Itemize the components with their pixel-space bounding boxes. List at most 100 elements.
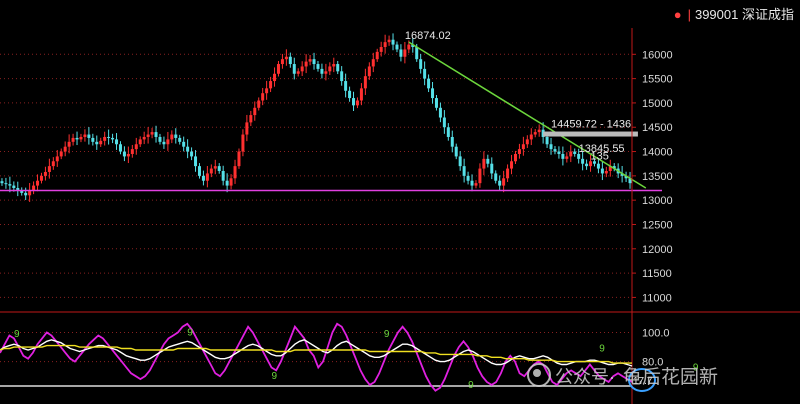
candle-body-73 <box>288 56 292 65</box>
candle-body-83 <box>328 66 332 72</box>
candle-body-0 <box>0 181 4 184</box>
candle-body-118 <box>466 175 470 181</box>
ticker-header: ● | 399001 深证成指 <box>674 4 794 23</box>
candle-body-80 <box>316 64 320 69</box>
candle-body-40 <box>158 136 162 142</box>
ytick-label-6: 13000 <box>642 195 673 207</box>
candle-body-116 <box>458 156 462 167</box>
ytick-label-3: 14500 <box>642 122 673 134</box>
candle-body-41 <box>162 141 166 145</box>
candle-body-134 <box>529 134 533 140</box>
candle-body-142 <box>561 153 565 159</box>
candle-body-105 <box>415 47 419 60</box>
ytick-label-4: 14000 <box>642 147 673 159</box>
candle-body-11 <box>43 171 47 176</box>
candle-body-34 <box>134 144 138 150</box>
candle-body-84 <box>332 64 336 67</box>
candle-body-75 <box>296 71 300 74</box>
candle-body-65 <box>257 100 261 108</box>
candle-body-51 <box>201 175 205 181</box>
candle-body-62 <box>245 122 249 135</box>
candle-body-47 <box>186 146 190 152</box>
candle-body-27 <box>107 136 111 138</box>
candle-body-19 <box>75 137 79 140</box>
price-annotation-1: 14459.72 - 1436 <box>551 119 631 131</box>
candle-body-76 <box>300 66 304 72</box>
candle-body-153 <box>604 171 608 174</box>
candle-body-9 <box>36 180 40 186</box>
candle-body-79 <box>312 59 316 65</box>
candle-body-60 <box>237 151 241 167</box>
stock-icon: ● <box>673 7 682 22</box>
candle-body-100 <box>395 44 399 50</box>
candle-body-72 <box>284 56 288 60</box>
candle-body-44 <box>174 134 178 138</box>
candle-body-127 <box>502 178 506 186</box>
candle-body-132 <box>521 144 525 150</box>
candle-body-42 <box>166 139 170 145</box>
candle-body-141 <box>557 151 561 154</box>
candle-body-97 <box>383 42 387 48</box>
candle-body-135 <box>533 132 537 135</box>
candle-body-24 <box>95 141 99 145</box>
candle-body-106 <box>419 59 423 69</box>
candle-body-71 <box>280 59 284 65</box>
candle-body-111 <box>438 107 442 118</box>
candle-body-21 <box>83 134 87 137</box>
candle-body-23 <box>91 137 95 142</box>
candle-body-43 <box>170 134 174 140</box>
candle-body-89 <box>352 98 356 106</box>
candle-body-102 <box>403 49 407 57</box>
candle-body-120 <box>474 183 478 186</box>
candle-body-95 <box>375 51 379 60</box>
candle-body-144 <box>569 151 573 157</box>
candle-body-37 <box>146 134 150 137</box>
candle-body-33 <box>130 149 134 154</box>
candle-body-32 <box>126 153 130 157</box>
ticker-separator: | <box>687 7 691 22</box>
indicator-marker-1: 9 <box>187 327 193 338</box>
indicator-marker-2: 9 <box>384 329 390 340</box>
candle-body-136 <box>537 129 541 133</box>
candle-body-78 <box>308 59 312 62</box>
ytick-label-1: 15500 <box>642 74 673 86</box>
candle-body-128 <box>506 168 510 179</box>
ytick-label-0: 16000 <box>642 49 673 61</box>
indicator-marker-6: 9 <box>272 371 278 382</box>
candle-body-143 <box>565 156 569 159</box>
candle-body-85 <box>336 64 340 72</box>
candle-body-56 <box>221 171 225 181</box>
candle-body-90 <box>355 100 359 106</box>
ticker-name: 深证成指 <box>741 7 794 22</box>
candle-body-107 <box>423 68 427 79</box>
candle-body-98 <box>387 39 391 43</box>
ytick-label-9: 11500 <box>642 268 672 280</box>
candle-body-14 <box>55 156 59 162</box>
candle-body-36 <box>142 136 146 140</box>
candle-body-20 <box>79 136 83 140</box>
candle-body-148 <box>585 163 589 167</box>
chart-overlays: 16874.0214459.72 - 143613845.55135 <box>0 30 662 192</box>
candle-body-48 <box>190 151 194 157</box>
watermark-account: 龟后花园新 <box>623 367 719 388</box>
candle-body-94 <box>371 59 375 67</box>
candle-body-45 <box>178 137 182 142</box>
candle-body-26 <box>103 136 107 141</box>
candle-body-58 <box>229 178 233 186</box>
candle-body-145 <box>573 151 577 154</box>
candle-body-92 <box>363 76 367 89</box>
candle-body-114 <box>450 136 454 147</box>
candle-body-67 <box>265 88 269 94</box>
indicator-marker-0: 9 <box>14 329 20 340</box>
candle-body-109 <box>431 88 435 99</box>
candle-body-3 <box>12 185 16 189</box>
candle-body-117 <box>462 166 466 176</box>
resistance-box <box>543 131 638 137</box>
candle-body-112 <box>442 117 446 128</box>
candle-body-10 <box>39 175 43 181</box>
candle-body-57 <box>225 180 229 186</box>
candle-body-131 <box>517 149 521 154</box>
candle-body-6 <box>24 192 28 196</box>
ytick-label-5: 13500 <box>642 171 673 183</box>
candle-body-86 <box>340 71 344 82</box>
